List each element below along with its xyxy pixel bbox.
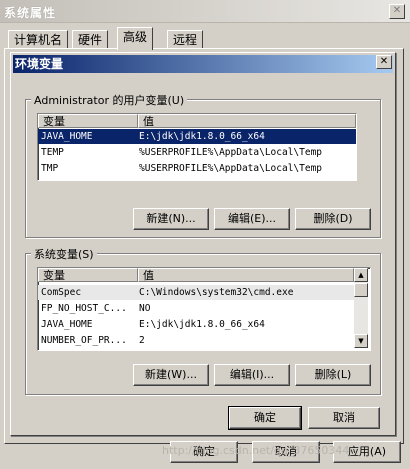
table-row[interactable]: ComSpec C:\Windows\system32\cmd.exe (38, 285, 354, 300)
outer-close-button[interactable]: ✕ (389, 4, 405, 19)
var-value: NO (139, 303, 151, 314)
user-delete-button[interactable]: 删除(D) (295, 208, 371, 230)
table-row[interactable]: FP_NO_HOST_C... NO (38, 301, 354, 316)
outer-window-title: 系统属性 (4, 6, 57, 20)
system-list-scrollbar[interactable]: ▲ ▼ (354, 268, 368, 348)
scroll-up-icon[interactable]: ▲ (354, 268, 368, 282)
var-name: ComSpec (41, 287, 82, 298)
user-new-button[interactable]: 新建(N)... (133, 208, 209, 230)
var-name: TEMP (41, 147, 64, 158)
var-value: 2 (139, 335, 145, 346)
system-edit-button[interactable]: 编辑(I)... (214, 364, 290, 386)
outer-titlebar (0, 0, 410, 23)
close-icon: ✕ (392, 5, 402, 16)
var-name: JAVA_HOME (41, 131, 93, 142)
tab-remote[interactable]: 远程 (167, 30, 204, 49)
tab-hardware[interactable]: 硬件 (72, 30, 109, 49)
table-row[interactable]: JAVA_HOME E:\jdk\jdk1.8.0_66_x64 (38, 317, 354, 332)
var-name: NUMBER_OF_PR... (41, 335, 127, 346)
system-delete-button[interactable]: 删除(L) (295, 364, 371, 386)
scroll-thumb[interactable] (354, 283, 368, 297)
var-value: C:\Windows\system32\cmd.exe (139, 287, 294, 298)
user-edit-button[interactable]: 编辑(E)... (214, 208, 290, 230)
system-new-button[interactable]: 新建(W)... (133, 364, 209, 386)
table-row[interactable]: JAVA_HOME E:\jdk\jdk1.8.0_66_x64 (38, 129, 356, 144)
column-header-value[interactable]: 值 (138, 268, 354, 282)
table-row[interactable]: TEMP %USERPROFILE%\AppData\Local\Temp (38, 145, 356, 160)
column-header-value[interactable]: 值 (138, 114, 356, 128)
close-icon: ✕ (379, 56, 389, 67)
system-variables-label: 系统变量(S) (31, 246, 97, 262)
column-header-variable[interactable]: 变量 (38, 268, 138, 282)
dialog-title: 环境变量 (15, 57, 64, 71)
scroll-down-icon[interactable]: ▼ (354, 334, 368, 348)
table-row[interactable]: NUMBER_OF_PR... 2 (38, 333, 354, 348)
dialog-ok-button[interactable]: 确定 (228, 406, 302, 430)
dialog-titlebar (13, 55, 393, 73)
var-value: E:\jdk\jdk1.8.0_66_x64 (139, 131, 265, 142)
user-variables-list[interactable]: 变量 值 JAVA_HOME E:\jdk\jdk1.8.0_66_x64 TE… (37, 113, 357, 181)
var-value: E:\jdk\jdk1.8.0_66_x64 (139, 319, 265, 330)
column-header-variable[interactable]: 变量 (38, 114, 138, 128)
var-value: %USERPROFILE%\AppData\Local\Temp (139, 163, 323, 174)
watermark: http://blog.csdn.net/qq_37650344 (162, 444, 350, 457)
var-name: JAVA_HOME (41, 319, 93, 330)
var-value: %USERPROFILE%\AppData\Local\Temp (139, 147, 323, 158)
table-row[interactable]: TMP %USERPROFILE%\AppData\Local\Temp (38, 161, 356, 176)
environment-variables-dialog: 环境变量 ✕ Administrator 的用户变量(U) 变量 值 JAVA_… (10, 52, 396, 436)
var-name: TMP (41, 163, 59, 174)
tab-advanced[interactable]: 高级 (117, 27, 154, 50)
var-name: FP_NO_HOST_C... (41, 303, 127, 314)
system-variables-list[interactable]: 变量 值 ComSpec C:\Windows\system32\cmd.exe… (37, 267, 371, 351)
user-variables-label: Administrator 的用户变量(U) (31, 92, 188, 108)
dialog-close-button[interactable]: ✕ (376, 55, 392, 69)
tab-computer-name[interactable]: 计算机名 (8, 30, 69, 49)
dialog-cancel-button[interactable]: 取消 (308, 407, 380, 429)
